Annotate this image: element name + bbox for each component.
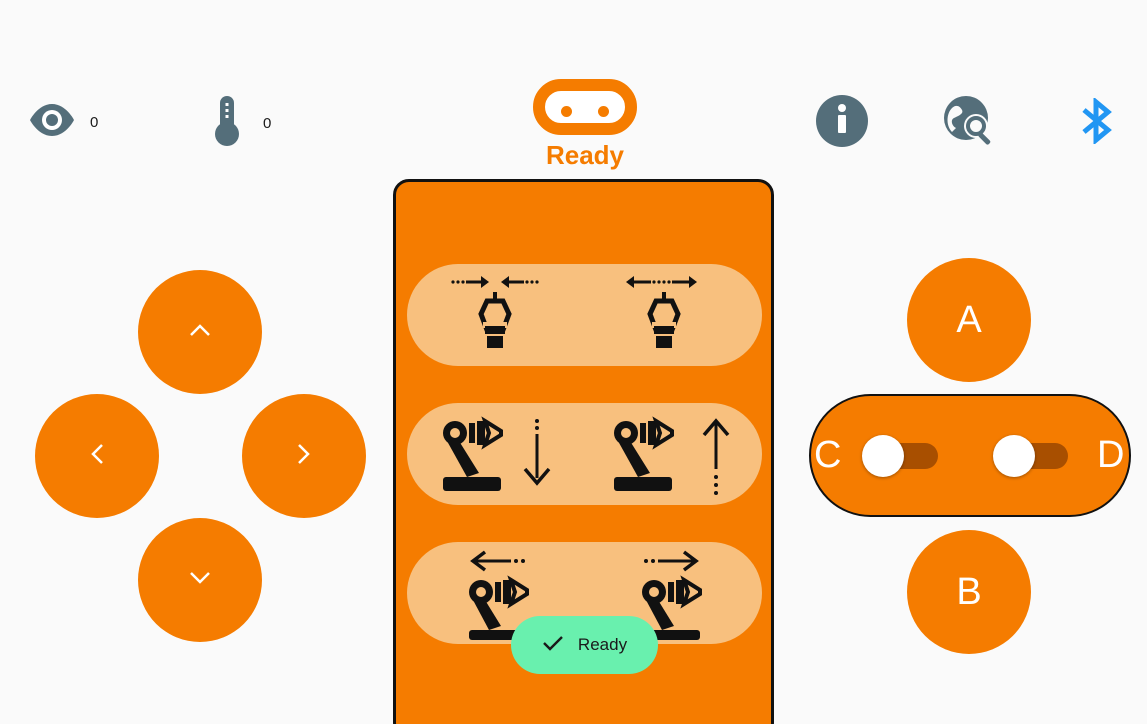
- info-button[interactable]: [816, 95, 868, 147]
- search-device-button[interactable]: [942, 94, 998, 150]
- down-button[interactable]: [138, 518, 262, 642]
- info-icon: [832, 103, 852, 140]
- light-sensor: 0: [28, 102, 98, 143]
- arm-down-button[interactable]: [411, 407, 581, 501]
- gripper-open-icon: [588, 268, 758, 362]
- arm-up-button[interactable]: [588, 407, 758, 501]
- chevron-down-icon: [188, 570, 212, 591]
- gripper-open-button[interactable]: [588, 268, 758, 362]
- cd-switch-panel: [809, 394, 1131, 517]
- c-toggle-thumb[interactable]: [862, 435, 904, 477]
- chevron-up-icon: [188, 322, 212, 343]
- arm-down-icon: [411, 407, 581, 501]
- thermometer-icon: [213, 94, 241, 153]
- c-label: C: [814, 434, 842, 476]
- bluetooth-icon: [1080, 96, 1116, 148]
- d-toggle-thumb[interactable]: [993, 435, 1035, 477]
- temperature-value: 0: [263, 115, 272, 132]
- status-toast: Ready: [511, 616, 658, 674]
- chevron-right-icon: [296, 442, 312, 471]
- b-button-label: B: [956, 570, 982, 613]
- b-button[interactable]: B: [907, 530, 1031, 654]
- eye-icon: [28, 102, 76, 143]
- left-button[interactable]: [35, 394, 159, 518]
- a-button-label: A: [956, 298, 982, 341]
- temperature-sensor: 0: [213, 94, 271, 153]
- arm-vertical-row: [407, 403, 762, 505]
- microbit-logo: [533, 79, 637, 135]
- up-button[interactable]: [138, 270, 262, 394]
- gripper-close-icon: [411, 268, 581, 362]
- d-label: D: [1097, 434, 1125, 476]
- a-button[interactable]: A: [907, 258, 1031, 382]
- check-icon: [542, 634, 564, 657]
- gripper-close-button[interactable]: [411, 268, 581, 362]
- chevron-left-icon: [89, 442, 105, 471]
- connection-status-title: Ready: [545, 140, 625, 170]
- gripper-row: [407, 264, 762, 366]
- bluetooth-button[interactable]: [1080, 96, 1116, 146]
- arm-up-icon: [588, 407, 758, 501]
- right-button[interactable]: [242, 394, 366, 518]
- logo-dot-right: [598, 106, 609, 117]
- toast-message: Ready: [577, 635, 628, 654]
- search-device-icon: [942, 96, 998, 154]
- logo-dot-left: [561, 106, 572, 117]
- light-value: 0: [90, 114, 99, 131]
